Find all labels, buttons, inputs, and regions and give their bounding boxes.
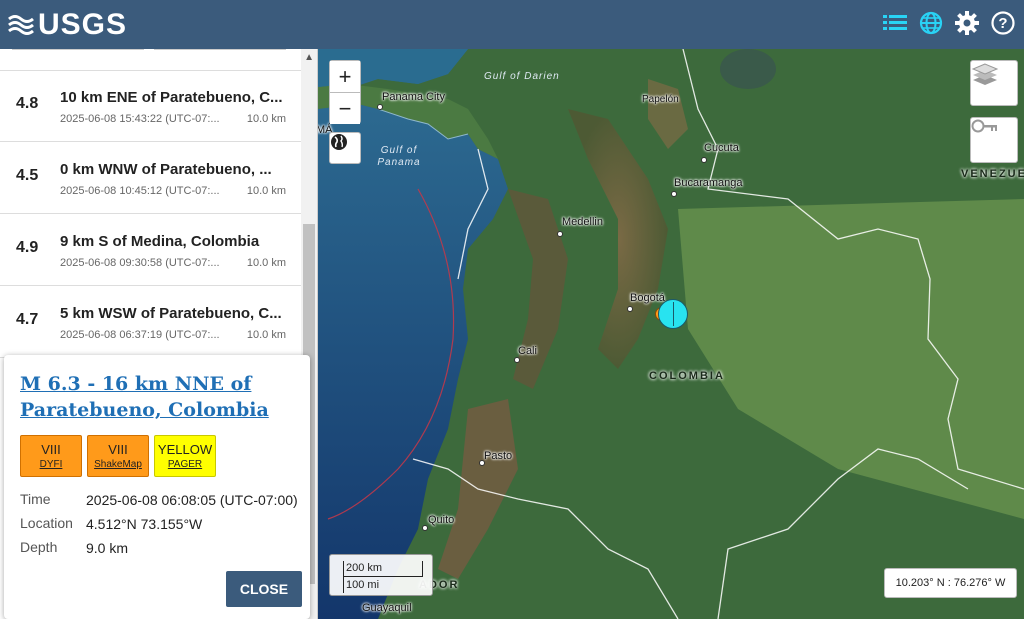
- shakemap-label: ShakeMap: [94, 459, 142, 470]
- list-item-time: 2025-06-08 15:43:22 (UTC-07:...: [60, 113, 220, 125]
- shakemap-badge[interactable]: VIII ShakeMap: [87, 435, 149, 477]
- globe-view-button[interactable]: [329, 132, 361, 164]
- list-item-time: 2025-06-08 06:37:19 (UTC-07:...: [60, 329, 220, 341]
- usgs-logo[interactable]: USGS: [8, 8, 127, 42]
- globe-icon: [331, 134, 347, 150]
- pager-value: YELLOW: [157, 442, 213, 457]
- list-item-depth: 10.0 km: [246, 257, 286, 269]
- list-item-magnitude: 4.7: [16, 311, 39, 328]
- water-label: Gulf of Darien: [484, 71, 560, 82]
- map-view[interactable]: Gulf of Darien Gulf of Panama MÁ Panama …: [318, 49, 1024, 619]
- close-button[interactable]: CLOSE: [226, 571, 302, 607]
- city-label: Guayaquil: [362, 602, 412, 614]
- key-icon: [971, 119, 997, 133]
- list-item[interactable]: 4.8 10 km ENE of Paratebueno, C... 2025-…: [0, 71, 302, 142]
- city-marker: [627, 306, 633, 312]
- zoom-in-button[interactable]: +: [330, 61, 360, 92]
- detail-value: 4.512°N 73.155°W: [86, 516, 203, 532]
- scroll-up-icon[interactable]: ▲: [304, 52, 314, 63]
- shakemap-value: VIII: [108, 442, 128, 457]
- country-label: VENEZUE: [961, 168, 1024, 180]
- city-label: Medellin: [562, 216, 603, 228]
- detail-value: 9.0 km: [86, 540, 129, 556]
- city-label: Cali: [518, 345, 537, 357]
- list-item-magnitude: 4.8: [16, 95, 39, 112]
- pager-badge[interactable]: YELLOW PAGER: [154, 435, 216, 477]
- city-marker: [671, 191, 677, 197]
- city-label: Papelón: [642, 94, 679, 105]
- city-label: Quito: [428, 514, 455, 526]
- city-label: Pasto: [484, 450, 513, 462]
- globe-icon[interactable]: [918, 10, 944, 36]
- scale-bar: 200 km 100 mi: [329, 554, 433, 596]
- pager-label: PAGER: [167, 459, 203, 470]
- list-icon[interactable]: [882, 10, 908, 36]
- layers-icon: [971, 63, 999, 85]
- list-header-stub: [0, 49, 302, 71]
- event-title-link[interactable]: M 6.3 - 16 km NNE of Paratebueno, Colomb…: [20, 371, 300, 423]
- list-item-depth: 10.0 km: [246, 185, 286, 197]
- list-item-magnitude: 4.9: [16, 239, 39, 256]
- gear-icon[interactable]: [954, 10, 980, 36]
- help-icon[interactable]: ?: [990, 10, 1016, 36]
- list-item-depth: 10.0 km: [246, 329, 286, 341]
- dyfi-label: DYFI: [39, 459, 63, 470]
- scale-km: 200 km: [346, 562, 383, 574]
- list-item-place: 10 km ENE of Paratebueno, C...: [60, 89, 283, 106]
- list-item-time: 2025-06-08 09:30:58 (UTC-07:...: [60, 257, 220, 269]
- detail-label: Time: [20, 491, 51, 507]
- zoom-control: + −: [329, 60, 361, 124]
- city-label: Bucaramanga: [674, 177, 743, 189]
- svg-text:?: ?: [998, 15, 1007, 32]
- list-item-place: 5 km WSW of Paratebueno, C...: [60, 305, 282, 322]
- list-item[interactable]: 4.5 0 km WNW of Paratebueno, ... 2025-06…: [0, 143, 302, 214]
- list-item[interactable]: 4.7 5 km WSW of Paratebueno, C... 2025-0…: [0, 287, 302, 358]
- country-label: COLOMBIA: [649, 370, 725, 382]
- cursor-coordinates: 10.203° N : 76.276° W: [884, 568, 1017, 598]
- dyfi-badge[interactable]: VIII DYFI: [20, 435, 82, 477]
- layers-button[interactable]: [970, 60, 1018, 106]
- city-marker: [514, 357, 520, 363]
- city-label: Bogotá: [630, 292, 665, 304]
- city-marker: [377, 104, 383, 110]
- water-label: Gulf of Panama: [377, 145, 421, 168]
- city-marker: [557, 231, 563, 237]
- detail-value: 2025-06-08 06:08:05 (UTC-07:00): [86, 492, 298, 508]
- scale-mi: 100 mi: [346, 579, 380, 591]
- usgs-wave-icon: [8, 14, 34, 35]
- city-label: Cucuta: [704, 142, 739, 154]
- list-item-time: 2025-06-08 10:45:12 (UTC-07:...: [60, 185, 220, 197]
- dyfi-value: VIII: [41, 442, 61, 457]
- earthquake-marker-selected[interactable]: [658, 299, 688, 329]
- list-item-place: 9 km S of Medina, Colombia: [60, 233, 260, 250]
- city-label: Panama City: [382, 91, 445, 103]
- app-header: USGS ?: [0, 0, 1024, 49]
- list-item-place: 0 km WNW of Paratebueno, ...: [60, 161, 272, 178]
- list-item[interactable]: 4.9 9 km S of Medina, Colombia 2025-06-0…: [0, 215, 302, 286]
- list-item-magnitude: 4.5: [16, 167, 39, 184]
- detail-label: Depth: [20, 539, 58, 555]
- logo-text: USGS: [38, 7, 128, 41]
- zoom-out-button[interactable]: −: [330, 93, 360, 124]
- legend-button[interactable]: [970, 117, 1018, 163]
- map-terrain: [318, 49, 1024, 619]
- event-popup: M 6.3 - 16 km NNE of Paratebueno, Colomb…: [4, 355, 310, 619]
- city-marker: [701, 157, 707, 163]
- list-item-depth: 10.0 km: [246, 113, 286, 125]
- detail-label: Location: [20, 515, 73, 531]
